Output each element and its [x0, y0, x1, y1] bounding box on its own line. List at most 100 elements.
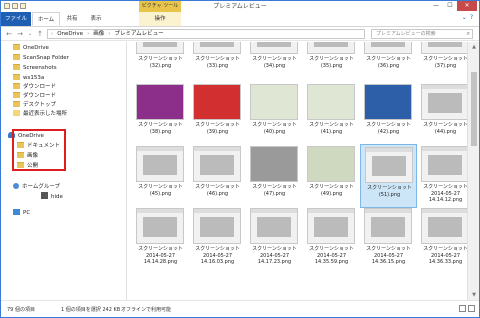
tab-file[interactable]: ファイル — [1, 12, 31, 26]
up-arrow-icon[interactable]: ↑ — [35, 29, 45, 39]
explorer-window: ピクチャ ツール プレミアムレビュー — ☐ ✕ ファイル ホーム 共有 表示 … — [0, 0, 480, 318]
file-thumbnail — [307, 84, 355, 120]
file-name: スクリーンショット 2014-05-27 14.16.03.png — [195, 246, 240, 265]
breadcrumb-pictures[interactable]: 画像 — [93, 30, 104, 38]
file-item[interactable]: スクリーンショット (51).png — [360, 144, 417, 208]
nav-item-homegroup[interactable]: ホームグループ — [13, 183, 60, 192]
file-thumbnail — [136, 146, 184, 182]
scroll-up-icon[interactable]: ▲ — [468, 42, 480, 52]
tab-manage[interactable]: 操作 — [139, 12, 181, 26]
title-bar: ピクチャ ツール プレミアムレビュー — ☐ ✕ — [1, 1, 479, 12]
file-name: スクリーンショット (36).png — [366, 56, 411, 69]
file-thumbnail — [193, 146, 241, 182]
folder-icon — [13, 44, 20, 50]
forward-arrow-icon[interactable]: → — [15, 29, 25, 39]
ribbon-expand-icon[interactable]: ⌄ — [462, 14, 467, 21]
file-item[interactable]: スクリーンショット (32).png — [132, 42, 189, 80]
file-name: スクリーンショット (38).png — [138, 122, 183, 135]
details-view-icon[interactable] — [459, 305, 466, 312]
file-item[interactable]: スクリーンショット 2014-05-27 14.36.33.png — [417, 206, 467, 270]
file-item[interactable]: スクリーンショット 2014-05-27 14.14.28.png — [132, 206, 189, 270]
scrollbar-thumb[interactable] — [471, 72, 477, 146]
file-item[interactable]: スクリーンショット (37).png — [417, 42, 467, 80]
file-name: スクリーンショット 2014-05-27 14.14.12.png — [423, 184, 467, 203]
file-item[interactable]: スクリーンショット (44).png — [417, 82, 467, 146]
tab-home[interactable]: ホーム — [32, 12, 60, 26]
nav-item-ws153a[interactable]: ws153a — [13, 74, 44, 83]
homegroup-icon — [13, 183, 19, 189]
nav-item-downloads-2[interactable]: ダウンロード — [13, 92, 56, 101]
file-item[interactable]: スクリーンショット (34).png — [246, 42, 303, 80]
file-item[interactable]: スクリーンショット (45).png — [132, 144, 189, 208]
pc-icon — [13, 209, 20, 215]
vertical-scrollbar[interactable]: ▲ ▼ — [467, 42, 479, 300]
file-item[interactable]: スクリーンショット 2014-05-27 14.14.12.png — [417, 144, 467, 208]
file-thumbnail — [136, 42, 184, 54]
annotation-highlight-box — [12, 129, 66, 171]
file-item[interactable]: スクリーンショット (42).png — [360, 82, 417, 146]
breadcrumb-separator-icon: › — [51, 31, 54, 37]
nav-item-scansnap[interactable]: ScanSnap Folder — [13, 54, 69, 63]
tab-view[interactable]: 表示 — [85, 12, 107, 26]
file-item[interactable]: スクリーンショット (41).png — [303, 82, 360, 146]
folder-icon — [13, 74, 20, 80]
nav-item-pc[interactable]: PC — [13, 209, 30, 218]
file-thumbnail — [421, 42, 467, 54]
file-item[interactable]: スクリーンショット (46).png — [189, 144, 246, 208]
file-item[interactable]: スクリーンショット (36).png — [360, 42, 417, 80]
file-name: スクリーンショット (45).png — [138, 184, 183, 197]
file-name: スクリーンショット 2014-05-27 14.36.15.png — [366, 246, 411, 265]
file-thumbnail — [364, 84, 412, 120]
file-thumbnail — [307, 208, 355, 244]
ribbon-tabs: ファイル ホーム 共有 表示 操作 ⌄ ? — [1, 12, 479, 27]
nav-item-screenshots[interactable]: Screenshots — [13, 64, 57, 73]
selection-info: 1 個の項目を選択 242 KB — [61, 307, 121, 313]
nav-item-user-hide[interactable]: hide — [41, 192, 63, 201]
file-thumbnail — [307, 146, 355, 182]
file-grid: スクリーンショット (32).png スクリーンショット (33).png スクリー… — [128, 42, 467, 300]
availability-status: オフラインで利用可能 — [121, 307, 172, 313]
breadcrumb-onedrive[interactable]: OneDrive — [57, 30, 83, 38]
address-row: ← → ⌄ ↑ › OneDrive › 画像 › プレミアムレビュー プレミア… — [1, 27, 479, 41]
address-bar[interactable]: › OneDrive › 画像 › プレミアムレビュー — [47, 29, 365, 39]
scroll-down-icon[interactable]: ▼ — [468, 290, 480, 300]
file-thumbnail — [193, 84, 241, 120]
minimize-button[interactable]: — — [429, 1, 443, 11]
help-icon[interactable]: ? — [470, 14, 473, 21]
file-item[interactable]: スクリーンショット (35).png — [303, 42, 360, 80]
file-thumbnail — [421, 146, 467, 182]
search-icon[interactable]: ⌕ — [467, 30, 470, 38]
back-arrow-icon[interactable]: ← — [4, 29, 14, 39]
file-item[interactable]: スクリーンショット (49).png — [303, 144, 360, 208]
file-name: スクリーンショット 2014-05-27 14.17.23.png — [252, 246, 297, 265]
nav-item-desktop[interactable]: デスクトップ — [13, 101, 56, 110]
file-item[interactable]: スクリーンショット (47).png — [246, 144, 303, 208]
recent-locations-chevron-icon[interactable]: ⌄ — [25, 29, 35, 39]
file-name: スクリーンショット (51).png — [367, 185, 412, 198]
folder-icon — [13, 101, 20, 107]
file-item[interactable]: スクリーンショット (39).png — [189, 82, 246, 146]
maximize-button[interactable]: ☐ — [443, 1, 457, 11]
file-item[interactable]: スクリーンショット (33).png — [189, 42, 246, 80]
file-item[interactable]: スクリーンショット 2014-05-27 14.17.23.png — [246, 206, 303, 270]
breadcrumb-premium-review[interactable]: プレミアムレビュー — [115, 30, 164, 38]
file-name: スクリーンショット (39).png — [195, 122, 240, 135]
close-button[interactable]: ✕ — [457, 1, 477, 11]
file-name: スクリーンショット (41).png — [309, 122, 354, 135]
user-avatar-icon — [41, 192, 48, 199]
nav-item-recent-places[interactable]: 最近表示した場所 — [13, 110, 67, 119]
file-item[interactable]: スクリーンショット (38).png — [132, 82, 189, 146]
file-item[interactable]: スクリーンショット 2014-05-27 14.16.03.png — [189, 206, 246, 270]
large-icons-view-icon[interactable] — [468, 305, 475, 312]
file-thumbnail — [250, 208, 298, 244]
search-input[interactable]: プレミアムレビューの検索 ⌕ — [371, 29, 473, 39]
nav-item-onedrive-folder[interactable]: OneDrive — [13, 44, 49, 53]
file-item[interactable]: スクリーンショット 2014-05-27 14.36.15.png — [360, 206, 417, 270]
tab-share[interactable]: 共有 — [61, 12, 83, 26]
navigation-pane: OneDrive ScanSnap Folder Screenshots ws1… — [1, 42, 127, 300]
nav-item-downloads[interactable]: ダウンロード — [13, 83, 56, 92]
folder-icon — [13, 83, 20, 89]
file-item[interactable]: スクリーンショット 2014-05-27 14.35.59.png — [303, 206, 360, 270]
file-item[interactable]: スクリーンショット (40).png — [246, 82, 303, 146]
window-title: プレミアムレビュー — [213, 3, 267, 10]
